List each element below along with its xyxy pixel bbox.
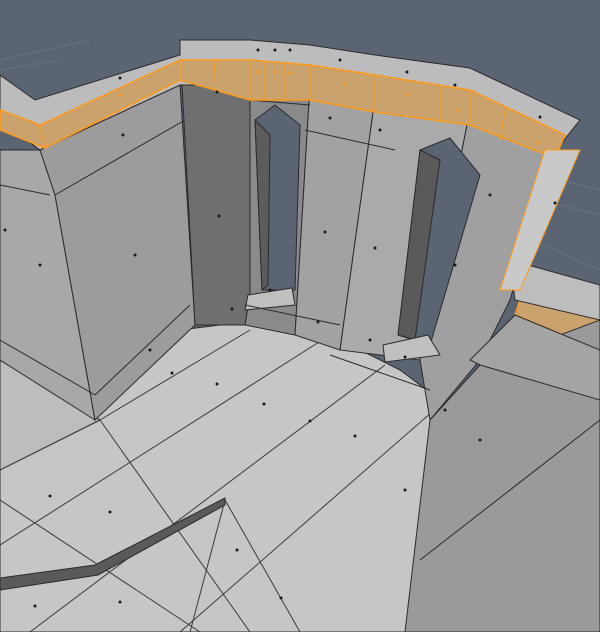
3d-viewport[interactable]: [0, 0, 600, 632]
mesh-scene[interactable]: [0, 0, 600, 632]
